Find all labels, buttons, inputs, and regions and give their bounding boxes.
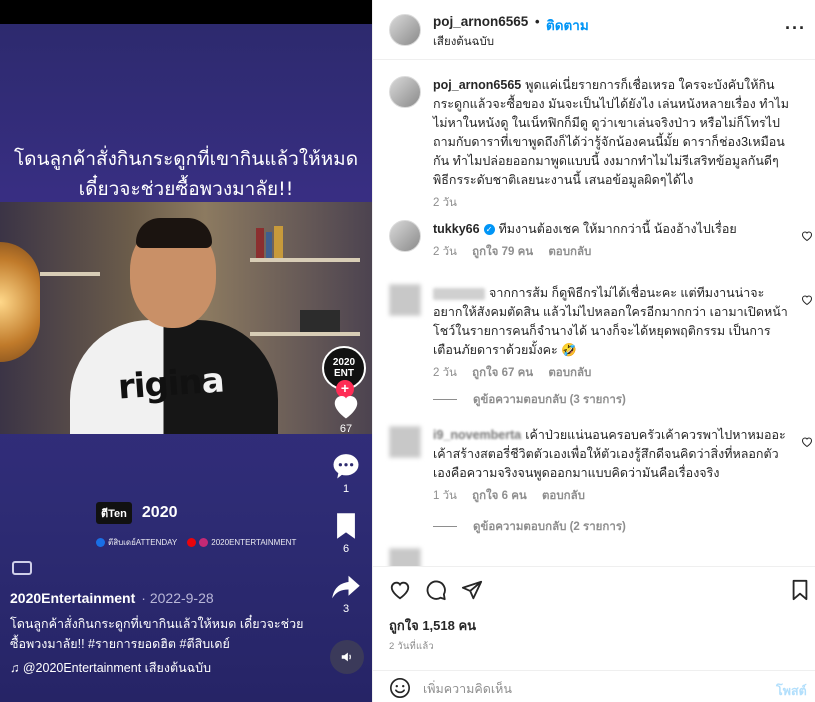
brand-logo-ten: ตีTen	[96, 502, 132, 524]
comment-like-heart-icon[interactable]	[801, 230, 813, 242]
comment-time: 1 วัน	[433, 490, 457, 502]
book	[266, 232, 272, 258]
comment-likes[interactable]: ถูกใจ 79 คน	[472, 246, 533, 258]
comment-username[interactable]: poj_arnon6565	[433, 78, 521, 92]
comment-time: 2 วัน	[433, 246, 457, 258]
comment-like-heart-icon[interactable]	[801, 436, 813, 448]
comments-list[interactable]: poj_arnon6565 พูดแค่เนี่ยรายการก็เชื่อเหร…	[373, 60, 815, 566]
book	[274, 226, 283, 258]
rail-share-button[interactable]: 3	[327, 574, 365, 615]
captions-icon[interactable]	[12, 561, 32, 575]
post-time: 2 วันที่แล้ว	[389, 641, 434, 652]
heart-icon	[334, 396, 358, 419]
comment-likes[interactable]: ถูกใจ 6 คน	[472, 490, 527, 502]
avatar[interactable]	[389, 14, 421, 46]
volume-button[interactable]	[330, 640, 364, 674]
header-username[interactable]: poj_arnon6565	[433, 14, 528, 29]
book	[300, 310, 340, 332]
reply-button[interactable]: ตอบกลับ	[548, 367, 591, 379]
comment-username[interactable]: i9_novemberta	[433, 428, 521, 442]
rail-comment-button[interactable]: 1	[327, 452, 365, 495]
avatar[interactable]	[389, 426, 421, 458]
video-author[interactable]: 2020Entertainment · 2022-9-28	[10, 590, 214, 606]
comment-text: ทีมงานต้องเชค ให้มากกว่านี้ น้องอ้างไปเร…	[498, 222, 737, 236]
reply-button[interactable]: ตอบกลับ	[542, 490, 585, 502]
comment-text: จากการส้ม ก็ดูพิธีกรไม่ได้เชื่อนะคะ แต่ท…	[433, 286, 788, 357]
view-replies-button[interactable]: ดูข้อความตอบกลับ (2 รายการ)	[433, 518, 626, 536]
brand-block: ตีTen 2020 ตีสิบเดย์ATTENDAY 2020ENTERTA…	[96, 502, 336, 549]
view-replies-button[interactable]: ดูข้อความตอบกลับ (3 รายการ)	[433, 391, 626, 409]
verified-badge-icon: ✓	[483, 224, 495, 235]
reply-button[interactable]: ตอบกลับ	[548, 246, 591, 258]
post-actions: ถูกใจ 1,518 คน 2 วันที่แล้ว	[373, 566, 815, 666]
add-comment-bar: โพสต์	[373, 670, 815, 702]
shelf	[250, 332, 360, 336]
avatar[interactable]	[389, 76, 421, 108]
bookmark-icon	[337, 513, 355, 539]
instagram-icon	[199, 538, 209, 548]
follow-button[interactable]: ติดตาม	[546, 14, 589, 36]
emoji-icon[interactable]	[389, 677, 411, 699]
post-panel: poj_arnon6565 • ติดตาม เสียงต้นฉบับ ··· …	[372, 0, 815, 702]
comment-username-redacted[interactable]	[433, 287, 485, 300]
comment-bubble-icon	[333, 454, 359, 479]
comment-like-heart-icon[interactable]	[801, 294, 813, 306]
heart-icon[interactable]	[389, 579, 411, 601]
video-description: โดนลูกค้าสั่งกินกระดูกที่เขากินแล้วให้หม…	[10, 617, 304, 651]
post-header: poj_arnon6565 • ติดตาม เสียงต้นฉบับ ···	[373, 0, 815, 60]
youtube-link: 2020ENTERTAINMENT	[187, 538, 296, 548]
lamp	[0, 242, 40, 362]
video-caption-line1: โดนลูกค้าสั่งกินกระดูกที่เขากินแล้วให้หม…	[13, 148, 359, 170]
person-hair	[136, 218, 212, 248]
comment-time: 2 วัน	[433, 197, 457, 209]
separator-dot: •	[535, 14, 540, 29]
comment-username[interactable]: tukky66	[433, 222, 480, 236]
video-caption: โดนลูกค้าสั่งกินกระดูกที่เขากินแล้วให้หม…	[0, 144, 372, 204]
shelf	[250, 258, 360, 262]
likes-count[interactable]: ถูกใจ 1,518 คน	[389, 615, 476, 636]
like-count: 67	[339, 423, 353, 435]
post-button[interactable]: โพสต์	[776, 681, 807, 701]
comment-text: พูดแค่เนี่ยรายการก็เชื่อเหรอ ใครจะบังคับ…	[433, 78, 790, 187]
avatar[interactable]	[389, 284, 421, 316]
video-date: · 2022-9-28	[141, 590, 214, 606]
comment-likes[interactable]: ถูกใจ 67 คน	[472, 367, 533, 379]
avatar[interactable]	[389, 548, 421, 566]
share-count: 3	[342, 603, 350, 615]
shirt-print: rigina	[116, 360, 225, 408]
comment-count: 1	[342, 483, 350, 495]
video-caption-line2: เดี๋ยวจะช่วยซื้อพวงมาลัย!!	[78, 178, 294, 200]
send-icon[interactable]	[461, 579, 483, 601]
rail-like-button[interactable]: 67	[327, 392, 365, 435]
facebook-icon	[96, 538, 105, 548]
speaker-icon	[341, 652, 351, 662]
bookmark-icon[interactable]	[789, 579, 811, 601]
brand-logo-2020: 2020	[141, 504, 178, 521]
avatar[interactable]	[389, 220, 421, 252]
share-arrow-icon	[332, 575, 360, 599]
media-pane: โดนลูกค้าสั่งกินกระดูกที่เขากินแล้วให้หม…	[0, 0, 372, 702]
comment-input[interactable]	[423, 679, 753, 699]
social-links: ตีสิบเดย์ATTENDAY 2020ENTERTAINMENT	[96, 536, 336, 549]
comment-icon[interactable]	[425, 579, 447, 601]
shelf	[40, 272, 100, 276]
header-audio-label[interactable]: เสียงต้นฉบับ	[433, 33, 494, 51]
video-scene: rigina	[0, 202, 372, 434]
youtube-icon	[187, 538, 197, 548]
video-sound[interactable]: ♫ @2020Entertainment เสียงต้นฉบับ	[10, 658, 211, 678]
comment-time: 2 วัน	[433, 367, 457, 379]
more-options-icon[interactable]: ···	[785, 18, 806, 39]
facebook-link: ตีสิบเดย์ATTENDAY	[96, 536, 177, 549]
book	[256, 228, 264, 258]
